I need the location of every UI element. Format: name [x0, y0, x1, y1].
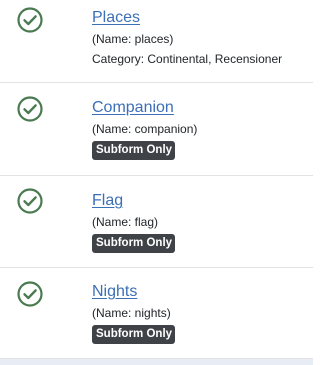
- field-machine-name: (Name: flag): [92, 215, 159, 229]
- field-info: Nights (Name: nights) Subform Only: [92, 282, 176, 344]
- field-title-link[interactable]: Companion: [92, 98, 174, 118]
- field-info: Companion (Name: companion) Subform Only: [92, 98, 197, 160]
- field-title-link[interactable]: Flag: [92, 191, 123, 211]
- field-machine-name: (Name: nights): [92, 306, 171, 320]
- subform-only-badge: Subform Only: [92, 234, 176, 253]
- field-category: Category: Continental, Recensioner: [92, 52, 283, 66]
- field-row-companion: Companion (Name: companion) Subform Only: [0, 83, 313, 176]
- bottom-bar: [0, 359, 313, 365]
- field-row-flag: Flag (Name: flag) Subform Only: [0, 176, 313, 268]
- field-list: Places (Name: places) Category: Continen…: [0, 0, 313, 359]
- subform-only-badge: Subform Only: [92, 325, 176, 344]
- check-circle-icon: [17, 281, 43, 307]
- field-info: Places (Name: places) Category: Continen…: [92, 8, 282, 68]
- check-circle-icon: [17, 7, 43, 33]
- field-machine-name: (Name: places): [92, 32, 174, 46]
- field-title-link[interactable]: Places: [92, 8, 140, 28]
- check-circle-icon: [17, 96, 43, 122]
- field-title-link[interactable]: Nights: [92, 282, 137, 302]
- field-machine-name: (Name: companion): [92, 122, 198, 136]
- field-info: Flag (Name: flag) Subform Only: [92, 191, 176, 253]
- subform-only-badge: Subform Only: [92, 141, 176, 160]
- field-row-nights: Nights (Name: nights) Subform Only: [0, 268, 313, 359]
- field-row-places: Places (Name: places) Category: Continen…: [0, 0, 313, 83]
- check-circle-icon: [17, 188, 43, 214]
